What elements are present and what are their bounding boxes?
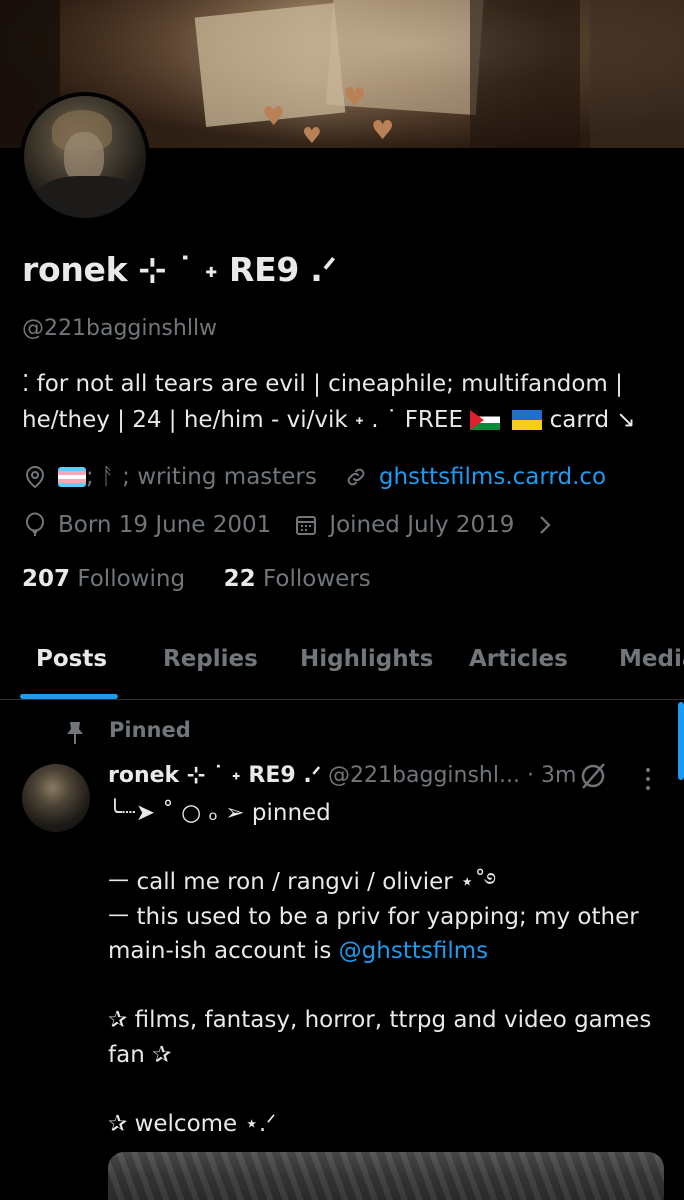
post-line: main-ish account is @ghsttsfilms: [108, 938, 489, 964]
profile-website-link[interactable]: ghsttsfilms.carrd.co: [379, 464, 606, 490]
post-text: ╰┈➤ ˚ ○ ₒ ➢ pinned ㅡ call me ron / rangv…: [108, 796, 668, 1141]
trans-flag-icon: [58, 467, 86, 487]
tab-posts[interactable]: Posts: [36, 646, 107, 672]
tab-media[interactable]: Media: [619, 646, 684, 672]
post-author-handle[interactable]: @221bagginshl...: [328, 763, 520, 788]
profile-joined: Joined July 2019: [329, 512, 515, 538]
link-icon: [343, 464, 369, 490]
scrollbar-thumb[interactable]: [678, 702, 684, 780]
post-author-name[interactable]: ronek ⊹ ˙ ˖ RE9 .ᐟ: [108, 763, 321, 788]
ukraine-flag-icon: [512, 410, 543, 430]
active-tab-indicator: [20, 694, 118, 699]
chevron-right-icon[interactable]: [532, 512, 558, 538]
profile-meta-row-2: Born 19 June 2001 Joined July 2019: [22, 512, 568, 538]
pin-icon: [64, 720, 86, 751]
palestine-flag-icon: [470, 410, 501, 430]
bio-line-1: ⁚ for not all tears are evil | cineaphil…: [22, 371, 623, 397]
post-line: ㅡ this used to be a priv for yapping; my…: [108, 903, 639, 930]
pinned-label: Pinned: [109, 718, 191, 742]
post-line: ㅡ call me ron / rangvi / olivier ⋆˚࿔: [108, 869, 497, 895]
follow-stats: 207 Following 22 Followers: [22, 566, 371, 592]
profile-avatar[interactable]: [20, 92, 150, 222]
following-link[interactable]: 207 Following: [22, 566, 185, 592]
profile-meta-row-1: ; ᚨ ; writing masters ghsttsfilms.carrd.…: [22, 464, 606, 490]
tab-articles[interactable]: Articles: [469, 646, 568, 672]
post-author-avatar[interactable]: [22, 764, 90, 832]
mention-link[interactable]: @ghsttsfilms: [339, 938, 488, 964]
bio-line-2: he/they | 24 | he/him - vi/vik ˖ . ˙ FRE…: [22, 407, 636, 433]
post-timestamp[interactable]: · 3m: [527, 763, 576, 788]
profile-tabs: Posts Replies Highlights Articles Media: [0, 630, 684, 700]
post-header: ronek ⊹ ˙ ˖ RE9 .ᐟ @221bagginshl... · 3m: [108, 763, 576, 788]
post-line: ✰ welcome ⋆.ᐟ: [108, 1110, 276, 1137]
profile-bio: ⁚ for not all tears are evil | cineaphil…: [22, 366, 662, 438]
profile-handle: @221bagginshllw: [22, 316, 218, 341]
profile-birthday: Born 19 June 2001: [58, 512, 272, 538]
grok-icon[interactable]: [578, 760, 608, 796]
pinned-label-row: Pinned: [64, 718, 191, 744]
balloon-icon: [22, 512, 48, 538]
followers-link[interactable]: 22 Followers: [224, 566, 371, 592]
more-vertical-icon[interactable]: [640, 766, 656, 796]
profile-display-name: ronek ⊹ ˙ ˖ RE9 .ᐟ: [22, 250, 337, 289]
tab-highlights[interactable]: Highlights: [300, 646, 433, 672]
post-line: ✰ films, fantasy, horror, ttrpg and vide…: [108, 1007, 652, 1033]
post-line: fan ✰: [108, 1041, 172, 1068]
profile-location: ; ᚨ ; writing masters: [86, 464, 317, 490]
post-media-image[interactable]: [108, 1152, 664, 1200]
location-pin-icon: [22, 464, 48, 490]
calendar-icon: [293, 512, 319, 538]
tab-replies[interactable]: Replies: [163, 646, 258, 672]
post-line: ╰┈➤ ˚ ○ ₒ ➢ pinned: [108, 800, 331, 826]
